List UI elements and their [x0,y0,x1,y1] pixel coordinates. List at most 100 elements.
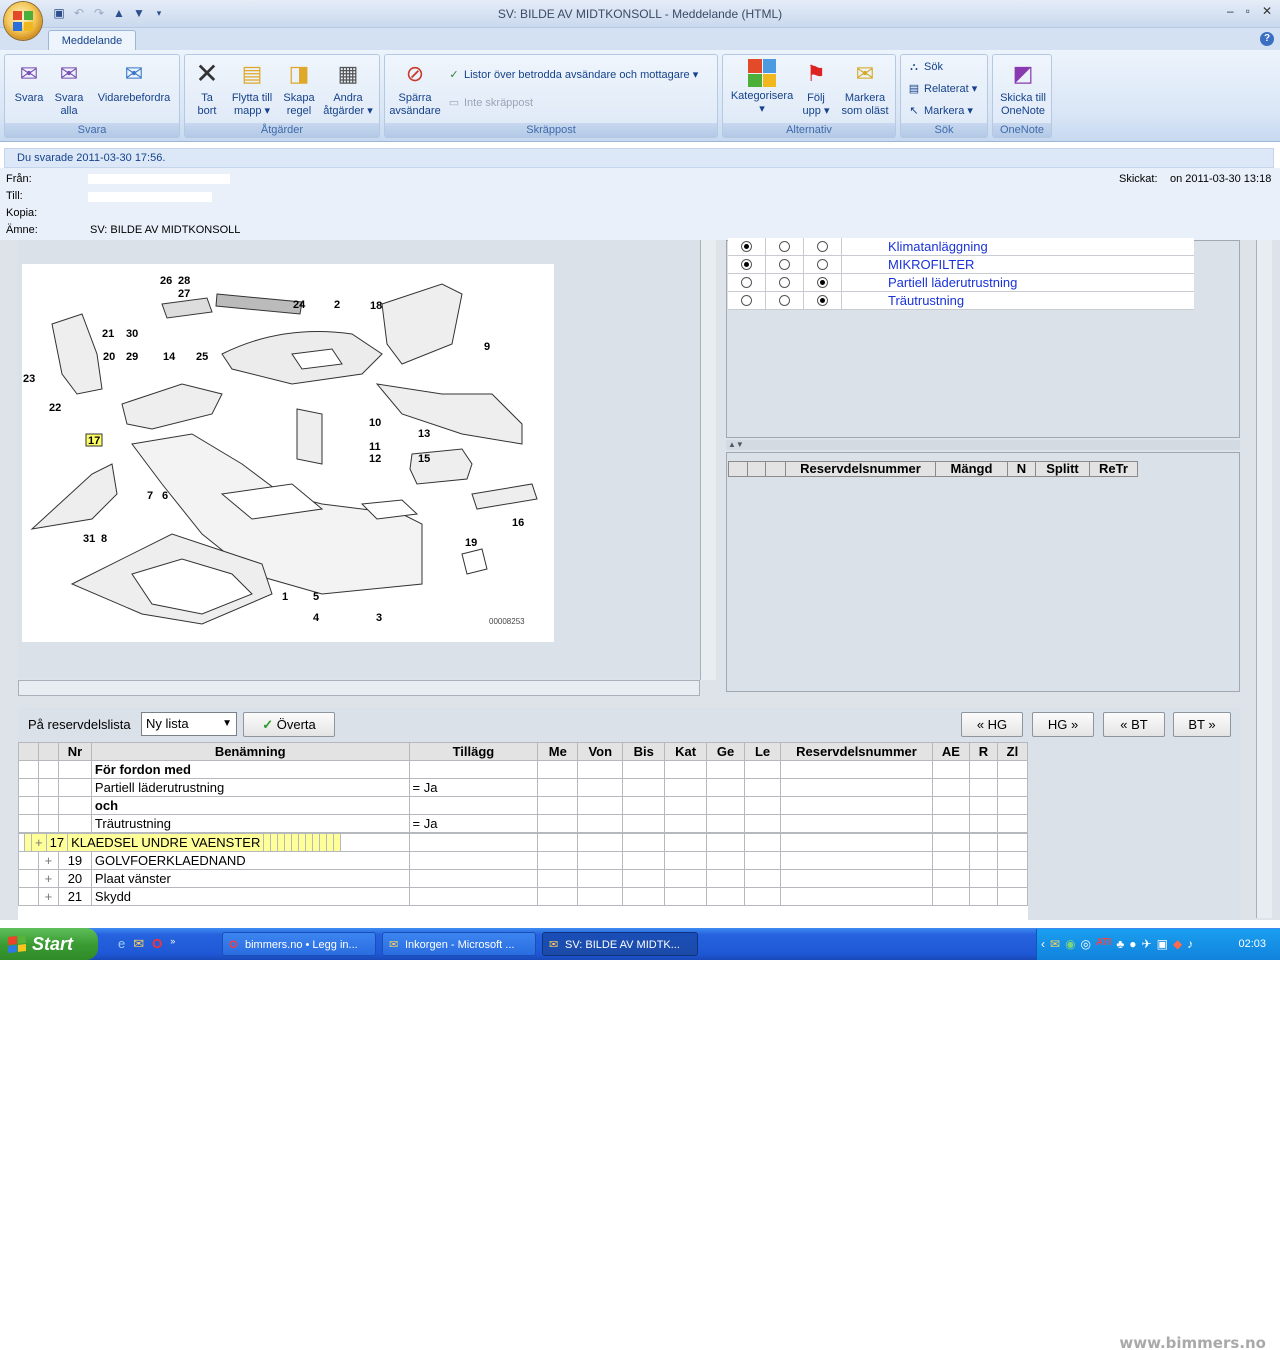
radio-2-1[interactable] [779,277,790,288]
tray-whatsapp-icon[interactable]: ◉ [1065,937,1075,951]
categorize-button[interactable]: Kategorisera ▾ [727,59,797,116]
diagram-code: 00008253 [489,617,525,626]
radio-3-2[interactable] [817,295,828,306]
col-kat[interactable]: Kat [664,742,708,761]
radio-1-2[interactable] [817,259,828,270]
col-splitt[interactable]: Splitt [1036,461,1090,477]
callout-2: 2 [334,299,340,311]
find-button[interactable]: ⛬ Sök [907,59,943,75]
tray-network-icon[interactable]: ♣ [1116,937,1124,951]
radio-0-0[interactable] [741,241,752,252]
forward-button[interactable]: ✉ Vidarebefordra [91,59,177,105]
radio-0-1[interactable] [779,241,790,252]
tray-plane-icon[interactable]: ✈ [1142,937,1152,951]
table-row[interactable]: Träutrustning = Ja [18,814,1028,833]
col-mangd[interactable]: Mängd [936,461,1008,477]
tray-expand-icon[interactable]: ‹ [1041,937,1045,951]
tray-outlook-icon[interactable]: ✉ [1050,937,1060,951]
task-message[interactable]: ✉ SV: BILDE AV MIDTK... [542,932,698,956]
radio-1-0[interactable] [741,259,752,270]
opera-icon[interactable]: O [152,936,162,954]
cc-label: Kopia: [6,207,38,219]
close-icon[interactable]: ✕ [1262,4,1272,18]
radio-3-0[interactable] [741,295,752,306]
send-to-onenote-button[interactable]: ◩ Skicka till OneNote [995,59,1051,118]
tray-volume-icon[interactable]: ♪ [1187,937,1193,951]
select-button[interactable]: ↖ Markera ▾ [907,103,973,119]
col-n[interactable]: N [1008,461,1036,477]
col-me[interactable]: Me [537,742,579,761]
tray-monitor-icon[interactable]: ▣ [1157,937,1168,951]
task-bimmers[interactable]: O bimmers.no • Legg in... [222,932,376,956]
maximize-icon[interactable]: ▫ [1246,4,1250,18]
minimize-icon[interactable]: – [1227,4,1234,18]
office-button[interactable] [4,2,42,40]
mark-unread-button[interactable]: ✉ Markera som oläst [837,59,893,118]
table-row[interactable]: +20 Plaat vänster [18,869,1028,888]
col-nr[interactable]: Nr [57,742,92,761]
tray-wifi-icon[interactable]: ● [1129,937,1136,951]
not-junk-button[interactable]: ▭ Inte skräppost [447,95,533,111]
col-tillagg[interactable]: Tillägg [408,742,539,761]
radio-3-1[interactable] [779,295,790,306]
col-reservdelsnummer[interactable]: Reservdelsnummer [786,461,936,477]
next-hg-button[interactable]: HG » [1032,712,1094,737]
group-alternativ: Kategorisera ▾ ⚑ Följ upp ▾ ✉ Markera so… [722,54,896,138]
delete-x-icon: ✕ [195,58,219,89]
related-button[interactable]: ▤ Relaterat ▾ [907,81,977,97]
sent-label: Skickat: [1119,173,1158,185]
col-retr[interactable]: ReTr [1090,461,1138,477]
prev-bt-button[interactable]: « BT [1103,712,1165,737]
tray-steam-icon[interactable]: ◎ [1081,937,1091,951]
prev-hg-button[interactable]: « HG [961,712,1023,737]
delete-button[interactable]: ✕ Ta bort [189,59,225,118]
reply-button[interactable]: ✉ Svara [11,59,47,105]
block-sender-button[interactable]: ⊘ Spärra avsändare [387,59,443,118]
quick-launch-more-icon[interactable]: » [170,936,175,954]
row-benamning: Partiell läderutrustning [90,778,410,797]
col-ge[interactable]: Ge [706,742,746,761]
callout-27: 27 [178,288,190,300]
table-row[interactable]: +17 KLAEDSEL UNDRE VAENSTER [24,833,342,852]
tray-security-icon[interactable]: ◆ [1173,937,1182,951]
col-zl[interactable]: Zl [996,742,1028,761]
radio-1-1[interactable] [779,259,790,270]
table-row[interactable]: och [18,796,1028,815]
col-bis[interactable]: Bis [622,742,666,761]
safe-lists-button[interactable]: ✓ Listor över betrodda avsändare och mot… [447,67,698,83]
image-vertical-scrollbar[interactable] [700,240,716,680]
col-von[interactable]: Von [577,742,624,761]
ie-icon[interactable]: e [118,936,125,954]
tray-ati-icon[interactable]: ATI [1096,937,1111,951]
flag-icon: ⚑ [806,61,826,86]
outlook-icon[interactable]: ✉ [133,936,144,954]
follow-up-button[interactable]: ⚑ Följ upp ▾ [799,59,833,118]
col-ae[interactable]: AE [931,742,970,761]
table-row[interactable]: +19 GOLVFOERKLAEDNAND [18,851,1028,870]
start-button[interactable]: Start [0,928,98,960]
group-onenote: ◩ Skicka till OneNote OneNote [992,54,1052,138]
create-rule-button[interactable]: ◨ Skapa regel [279,59,319,118]
table-row[interactable]: +21 Skydd [18,887,1028,906]
col-le[interactable]: Le [744,742,782,761]
col-r[interactable]: R [968,742,998,761]
horizontal-scrollbar[interactable] [18,680,700,696]
task-inkorgen[interactable]: ✉ Inkorgen - Microsoft ... [382,932,536,956]
help-icon[interactable]: ? [1260,32,1274,46]
tab-meddelande[interactable]: Meddelande [48,30,136,51]
pane-splitter[interactable]: ▲▼ [726,440,1240,450]
col-reservdelsnummer-parts[interactable]: Reservdelsnummer [780,742,933,761]
next-bt-button[interactable]: BT » [1173,712,1231,737]
overta-button[interactable]: ✓ Överta [243,712,335,737]
other-actions-button[interactable]: ▦ Andra åtgärder ▾ [319,59,377,118]
parts-list-select[interactable]: Ny lista ▼ [141,712,237,736]
radio-0-2[interactable] [817,241,828,252]
radio-2-0[interactable] [741,277,752,288]
reply-all-button[interactable]: ✉ Svara alla [51,59,87,118]
col-benamning[interactable]: Benämning [90,742,410,761]
radio-2-2[interactable] [817,277,828,288]
body-vertical-scrollbar[interactable] [1256,240,1272,918]
move-to-folder-button[interactable]: ▤ Flytta till mapp ▾ [227,59,277,118]
table-row[interactable]: Partiell läderutrustning = Ja [18,778,1028,797]
table-row[interactable]: För fordon med [18,760,1028,779]
